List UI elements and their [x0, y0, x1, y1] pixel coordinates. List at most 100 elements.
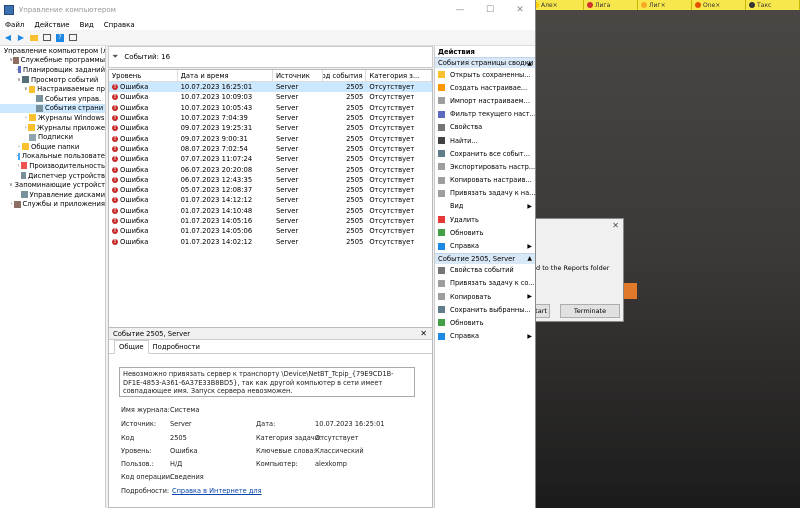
- cell-category: Отсутствует: [369, 227, 415, 236]
- action-item[interactable]: Копировать ▶: [435, 290, 535, 303]
- tree-item[interactable]: Управление дисками: [0, 190, 105, 200]
- table-row[interactable]: ! Ошибка 05.07.2023 12:08:37 Server 2505 Отсу…: [109, 185, 432, 195]
- table-row[interactable]: ! Ошибка 06.07.2023 12:43:35 Server 2505 Отсу…: [109, 175, 432, 185]
- error-icon: !: [112, 94, 118, 101]
- table-row[interactable]: ! Ошибка 10.07.2023 7:04:39 Server 2505 Отсут…: [109, 113, 432, 123]
- background-dialog-close-icon[interactable]: ✕: [612, 221, 619, 230]
- tree-item[interactable]: ∨ Запоминающие устройст: [0, 180, 105, 190]
- tree-item[interactable]: Подписки: [0, 132, 105, 142]
- action-item[interactable]: Экспортировать настр...: [435, 160, 535, 173]
- browser-tab[interactable]: One×: [692, 0, 746, 10]
- menu-action[interactable]: Действие: [29, 21, 74, 29]
- close-button[interactable]: ✕: [505, 0, 535, 20]
- tree-item[interactable]: › Общие папки: [0, 142, 105, 152]
- filter-icon: [438, 110, 445, 118]
- tree-item[interactable]: › Журналы приложе: [0, 123, 105, 133]
- tree-item[interactable]: Управление компьютером (л: [0, 46, 105, 56]
- action-item[interactable]: Привязать задачу к на...: [435, 187, 535, 200]
- action-item[interactable]: Привязать задачу к со...: [435, 277, 535, 290]
- action-item[interactable]: Копировать настраив...: [435, 174, 535, 187]
- actions-section-event[interactable]: Событие 2505, Server ▲: [435, 252, 535, 264]
- table-row[interactable]: ! Ошибка 07.07.2023 11:07:24 Server 2505 Отсу…: [109, 154, 432, 164]
- browser-tab-label: Лига: [595, 1, 611, 9]
- table-row[interactable]: ! Ошибка 09.07.2023 9:00:31 Server 2505 Отсут…: [109, 133, 432, 143]
- action-pane-icon[interactable]: [68, 33, 78, 43]
- shared-folder-icon: [22, 143, 29, 151]
- tab-general[interactable]: Общие: [114, 340, 149, 354]
- actions-pane: Действия События страницы сводки ▲ Откры…: [434, 46, 535, 508]
- action-item[interactable]: Открыть сохраненны...: [435, 68, 535, 81]
- tree-item[interactable]: › Планировщик заданий: [0, 65, 105, 75]
- table-row[interactable]: ! Ошибка 01.07.2023 14:05:06 Server 2505 Отсу…: [109, 226, 432, 236]
- maximize-button[interactable]: ☐: [475, 0, 505, 20]
- action-item[interactable]: Найти...: [435, 134, 535, 147]
- menu-view[interactable]: Вид: [75, 21, 99, 29]
- table-row[interactable]: ! Ошибка 09.07.2023 19:25:31 Server 2505 Отсу…: [109, 123, 432, 133]
- forward-icon[interactable]: ▶: [16, 33, 26, 43]
- column-level[interactable]: Уровень: [109, 70, 178, 81]
- tree-item[interactable]: ∨ Настраиваемые пр: [0, 84, 105, 94]
- action-item[interactable]: Справка ▶: [435, 239, 535, 252]
- tree-item[interactable]: › Производительность: [0, 161, 105, 171]
- tree-item[interactable]: › Журналы Windows: [0, 113, 105, 123]
- event-message[interactable]: Невозможно привязать сервер к транспорту…: [119, 367, 415, 397]
- action-item[interactable]: Удалить: [435, 213, 535, 226]
- tree-item[interactable]: ∨ Просмотр событий: [0, 75, 105, 85]
- action-item[interactable]: Импорт настраивaeм...: [435, 94, 535, 107]
- browser-tab[interactable]: Але×: [530, 0, 584, 10]
- collapse-icon[interactable]: ▲: [527, 255, 532, 262]
- tree-item[interactable]: › Локальные пользовате: [0, 152, 105, 162]
- table-row[interactable]: ! Ошибка 01.07.2023 14:12:12 Server 2505 Отсу…: [109, 195, 432, 205]
- action-item[interactable]: Обновить: [435, 316, 535, 329]
- actions-section-summary[interactable]: События страницы сводки ▲: [435, 57, 535, 68]
- table-row[interactable]: ! Ошибка 01.07.2023 14:02:12 Server 2505 Отсу…: [109, 236, 432, 246]
- action-item[interactable]: Сохранить все событ...: [435, 147, 535, 160]
- terminate-button[interactable]: Terminate: [560, 304, 620, 318]
- action-item[interactable]: Обновить: [435, 226, 535, 239]
- minimize-button[interactable]: —: [445, 0, 475, 20]
- action-item[interactable]: Свойства: [435, 121, 535, 134]
- table-row[interactable]: ! Ошибка 08.07.2023 7:02:54 Server 2505 Отсут…: [109, 144, 432, 154]
- tree-item[interactable]: › Службы и приложения: [0, 200, 105, 210]
- action-item[interactable]: Фильтр текущего наст...: [435, 108, 535, 121]
- column-source[interactable]: Источник: [273, 70, 323, 81]
- console-tree-icon[interactable]: [42, 33, 52, 43]
- cell-category: Отсутствует: [369, 93, 415, 102]
- tree-item[interactable]: ∨ Служебные программы: [0, 56, 105, 66]
- table-row[interactable]: ! Ошибка 01.07.2023 14:10:48 Server 2505 Отсу…: [109, 206, 432, 216]
- action-item[interactable]: Сохранить выбранны...: [435, 303, 535, 316]
- table-row[interactable]: ! Ошибка 10.07.2023 10:09:03 Server 2505 Отсу…: [109, 92, 432, 102]
- tab-details[interactable]: Подробности: [149, 341, 204, 353]
- action-item[interactable]: Вид ▶: [435, 200, 535, 213]
- help-icon[interactable]: ?: [55, 33, 65, 43]
- actions-list-summary: Открыть сохраненны... Создать настраивае.…: [435, 68, 535, 253]
- tree-item[interactable]: События страни: [0, 103, 105, 114]
- cell-event-id: 2505: [346, 196, 364, 205]
- level-label: Уровень:: [121, 447, 152, 455]
- collapse-icon[interactable]: ▲: [527, 60, 532, 67]
- cell-source: Server: [275, 165, 299, 174]
- tree-item[interactable]: Диспетчер устройств: [0, 171, 105, 181]
- column-event-id[interactable]: Код события: [323, 70, 367, 81]
- expand-arrow-icon[interactable]: ∨: [9, 182, 13, 188]
- table-row[interactable]: ! Ошибка 06.07.2023 20:20:08 Server 2505 Отсу…: [109, 164, 432, 174]
- action-item[interactable]: Справка ▶: [435, 330, 535, 343]
- menu-help[interactable]: Справка: [99, 21, 140, 29]
- action-item[interactable]: Свойства событий: [435, 264, 535, 277]
- column-category[interactable]: Категория з...: [366, 70, 432, 81]
- detail-close-icon[interactable]: ✕: [420, 329, 427, 338]
- menu-file[interactable]: Файл: [0, 21, 29, 29]
- up-folder-icon[interactable]: [29, 33, 39, 43]
- online-help-link[interactable]: Справка в Интернете для: [172, 487, 262, 495]
- table-row[interactable]: ! Ошибка 10.07.2023 16:25:01 Server 2505 Отсу…: [109, 82, 432, 93]
- code-value: 2505: [170, 434, 187, 442]
- action-item[interactable]: Создать настраивае...: [435, 81, 535, 94]
- back-icon[interactable]: ◀: [3, 33, 13, 43]
- column-datetime[interactable]: Дата и время: [178, 70, 273, 81]
- table-row[interactable]: ! Ошибка 01.07.2023 14:05:16 Server 2505 Отсу…: [109, 216, 432, 226]
- table-row[interactable]: ! Ошибка 10.07.2023 10:05:43 Server 2505 Отсу…: [109, 103, 432, 113]
- browser-tab[interactable]: Лига: [584, 0, 638, 10]
- browser-tab[interactable]: Лиг×: [638, 0, 692, 10]
- browser-tab[interactable]: Такс: [746, 0, 800, 10]
- tree-item[interactable]: События управ.: [0, 94, 105, 104]
